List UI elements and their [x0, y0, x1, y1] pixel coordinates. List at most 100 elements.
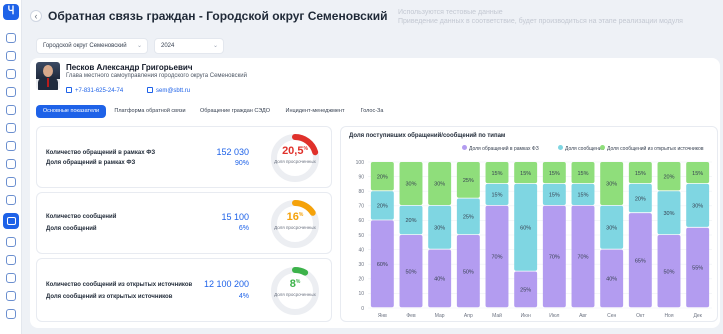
data-label: 60%	[377, 262, 388, 268]
kpi-count-value: 12 100 200	[203, 279, 249, 289]
clock-icon[interactable]	[6, 291, 16, 301]
email-link[interactable]: sem@sbtt.ru	[147, 87, 190, 94]
gauge-svg	[271, 134, 319, 182]
gauge-value: 20,5%	[269, 145, 321, 157]
y-tick-label: 100	[356, 160, 365, 166]
back-button[interactable]: ‹	[30, 10, 42, 22]
y-tick-label: 90	[358, 174, 364, 180]
chevron-left-icon: ‹	[34, 11, 38, 21]
phone-value: +7-831-625-24-74	[75, 88, 124, 94]
kpi-count-value: 15 100	[221, 212, 249, 222]
app-logo[interactable]: Ⴗ	[3, 4, 19, 20]
stacked-bar-chart: 0 10 20 30 40 50 60 70 80 90 100 60% 20% 20% Янв 50% 20%…	[356, 160, 712, 319]
gauge-label: Доля просроченных	[274, 225, 316, 230]
x-tick-label: Авг	[579, 313, 587, 319]
data-label: 50%	[663, 269, 674, 275]
data-label: 15%	[635, 171, 646, 177]
y-tick-label: 40	[358, 247, 364, 253]
data-label: 65%	[635, 258, 646, 264]
tab-golos-za[interactable]: Голос-За	[354, 105, 390, 118]
data-label: 15%	[491, 193, 502, 199]
year-select[interactable]: 2024 ⌄	[154, 38, 224, 54]
data-label: 55%	[692, 266, 703, 272]
kpi-count-value: 152 030	[216, 147, 249, 157]
x-tick-label: Ноя	[664, 313, 673, 319]
test-data-note: Используются тестовые данные Приведение …	[398, 8, 683, 26]
flag-icon[interactable]	[6, 255, 16, 265]
star-icon[interactable]	[6, 177, 16, 187]
person-name: Песков Александр Григорьевич	[66, 63, 193, 72]
city-icon[interactable]	[6, 159, 16, 169]
phone-link[interactable]: +7-831-625-24-74	[66, 87, 123, 94]
y-tick-label: 50	[358, 233, 364, 239]
data-label: 50%	[405, 269, 416, 275]
legend-item: Доля сообщений	[558, 145, 604, 152]
data-label: 40%	[434, 277, 445, 283]
people-icon[interactable]	[6, 123, 16, 133]
data-label: 30%	[663, 211, 674, 217]
gauge-svg	[271, 267, 319, 315]
region-select[interactable]: Городской округ Семеновский ⌄	[36, 38, 148, 54]
legend-item: Доля сообщений из открытых источников	[600, 145, 704, 152]
tab-main-indicators[interactable]: Основные показатели	[36, 105, 106, 118]
legend-swatch-0	[462, 145, 467, 150]
kpi-share-value: 90%	[234, 160, 249, 167]
settings-icon[interactable]	[6, 309, 16, 319]
home-icon[interactable]	[6, 33, 16, 43]
test-note-line-2: Приведение данных в соответствие, будет …	[398, 18, 683, 25]
x-tick-label: Янв	[378, 313, 387, 319]
data-label: 30%	[434, 182, 445, 188]
x-tick-label: Окт	[636, 313, 645, 319]
gauge-value: 8%	[269, 278, 321, 290]
kpi-count-label: Количество сообщений из открытых источни…	[46, 282, 193, 288]
data-label: 30%	[405, 182, 416, 188]
x-tick-label: Май	[492, 312, 502, 319]
y-tick-label: 0	[361, 306, 364, 312]
gauge-unit: %	[295, 279, 301, 285]
building-icon[interactable]	[6, 69, 16, 79]
data-label: 25%	[463, 215, 474, 221]
overdue-gauge: 8% Доля просроченных	[269, 265, 321, 317]
data-label: 20%	[405, 218, 416, 224]
y-tick-label: 10	[358, 291, 364, 297]
sidebar: Ⴗ	[0, 0, 22, 334]
wallet-icon[interactable]	[6, 141, 16, 151]
y-tick-label: 70	[358, 204, 364, 210]
bank-icon[interactable]	[6, 237, 16, 247]
y-tick-label: 60	[358, 218, 364, 224]
kpi-count-label: Количество обращений в рамках ФЗ	[46, 150, 156, 156]
tab-sedo-appeals[interactable]: Обращение граждан СЭДО	[194, 105, 276, 118]
document-icon[interactable]	[6, 195, 16, 205]
data-label: 30%	[606, 226, 617, 232]
legend-item: Доля обращений в рамках ФЗ	[462, 145, 539, 152]
x-tick-label: Июл	[549, 313, 559, 319]
phone-icon	[66, 87, 72, 93]
data-label: 15%	[577, 193, 588, 199]
tab-feedback-platform[interactable]: Платформа обратной связи	[110, 105, 190, 118]
x-tick-label: Апр	[464, 313, 473, 319]
gauge-number: 16	[286, 211, 299, 223]
data-label: 20%	[377, 174, 388, 180]
y-tick-label: 80	[358, 189, 364, 195]
leaf-icon[interactable]	[6, 105, 16, 115]
email-value: sem@sbtt.ru	[156, 88, 191, 94]
gauge-unit: %	[303, 146, 308, 152]
kpi-card-fz-appeals: Количество обращений в рамках ФЗ 152 030…	[36, 126, 332, 188]
gauge-number: 20,5	[282, 145, 304, 157]
chevron-down-icon: ⌄	[136, 43, 142, 49]
shield-icon[interactable]	[6, 87, 16, 97]
test-note-line-1: Используются тестовые данные	[398, 9, 503, 16]
data-label: 30%	[434, 226, 445, 232]
y-tick-label: 30	[358, 262, 364, 268]
tab-incident-management[interactable]: Инцидент-менеджмент	[280, 105, 350, 118]
data-label: 60%	[520, 226, 531, 232]
chart-icon[interactable]	[6, 273, 16, 283]
chart-title: Доля поступивших обращений/сообщений по …	[349, 133, 506, 139]
layers-icon[interactable]	[6, 51, 16, 61]
x-tick-label: Сен	[607, 313, 616, 319]
page-title: Обратная связь граждан - Городской округ…	[48, 9, 388, 23]
feedback-icon[interactable]	[3, 213, 19, 229]
gauge-svg	[271, 200, 319, 248]
kpi-card-open-sources: Количество сообщений из открытых источни…	[36, 258, 332, 322]
mail-icon	[147, 87, 153, 93]
